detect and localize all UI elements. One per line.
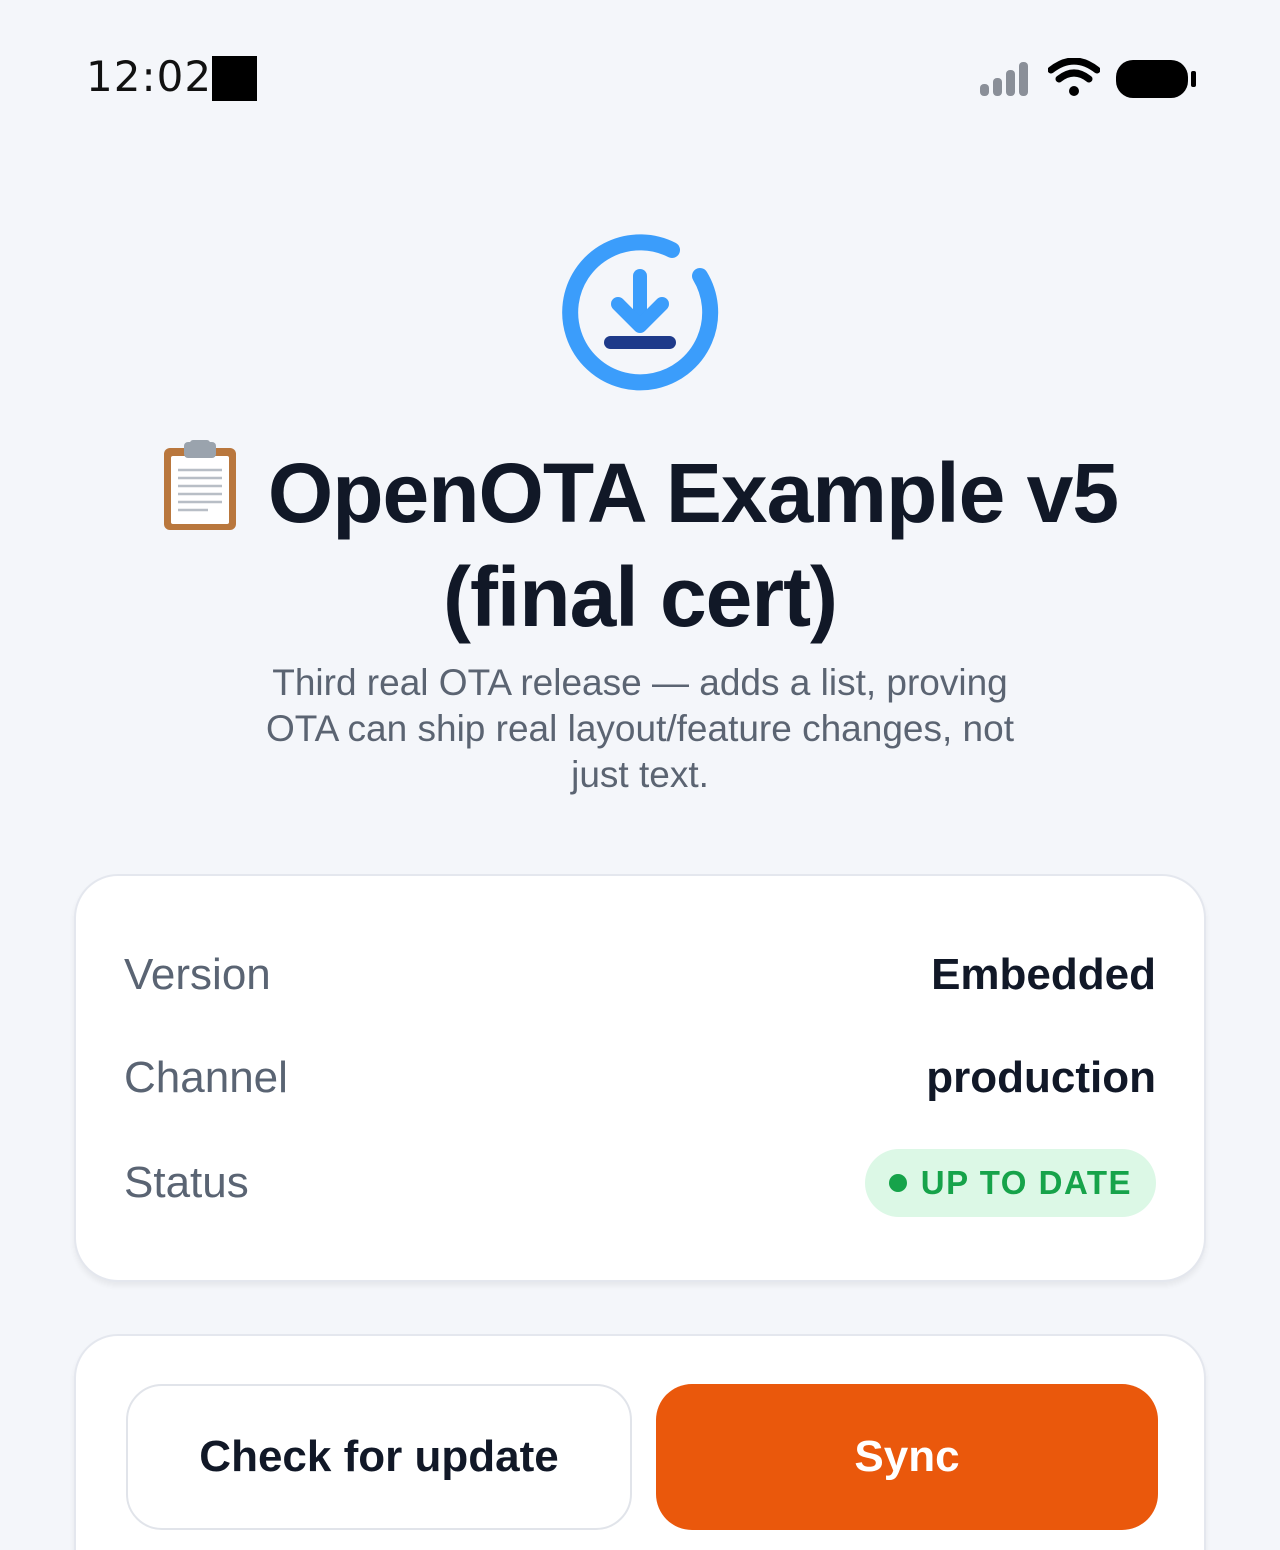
actions-card: Check for update Sync — [74, 1334, 1206, 1550]
wifi-icon — [1048, 58, 1100, 96]
app-screen: 12:02 OpenOTA Example v5 (final cert) Th… — [0, 0, 1280, 1550]
status-badge: UP TO DATE — [864, 1149, 1156, 1217]
status-dot-icon — [888, 1174, 907, 1192]
info-row-status: Status UP TO DATE — [124, 1148, 1156, 1218]
status-badge-text: UP TO DATE — [920, 1164, 1132, 1201]
info-row-version: Version Embedded — [124, 940, 1156, 1010]
status-time: 12:02 — [86, 52, 213, 101]
channel-value: production — [926, 1053, 1156, 1102]
channel-label: Channel — [124, 1053, 288, 1102]
check-for-update-button[interactable]: Check for update — [126, 1384, 632, 1530]
sync-button[interactable]: Sync — [656, 1384, 1158, 1530]
battery-icon — [1116, 60, 1196, 98]
info-card: Version Embedded Channel production Stat… — [74, 874, 1206, 1282]
page-title-text: OpenOTA Example v5 (final cert) — [267, 446, 1119, 644]
clipboard-icon — [162, 440, 238, 532]
page-subtitle: Third real OTA release — adds a list, pr… — [266, 662, 1014, 795]
download-sync-icon — [562, 234, 719, 391]
signal-icon — [980, 62, 1028, 96]
version-value: Embedded — [931, 950, 1156, 999]
status-bar: 12:02 — [0, 0, 1280, 160]
status-label: Status — [124, 1158, 249, 1207]
version-label: Version — [124, 950, 271, 999]
notification-icon — [212, 56, 257, 101]
info-row-channel: Channel production — [124, 1043, 1156, 1113]
page-title: OpenOTA Example v5 (final cert) — [60, 440, 1220, 649]
